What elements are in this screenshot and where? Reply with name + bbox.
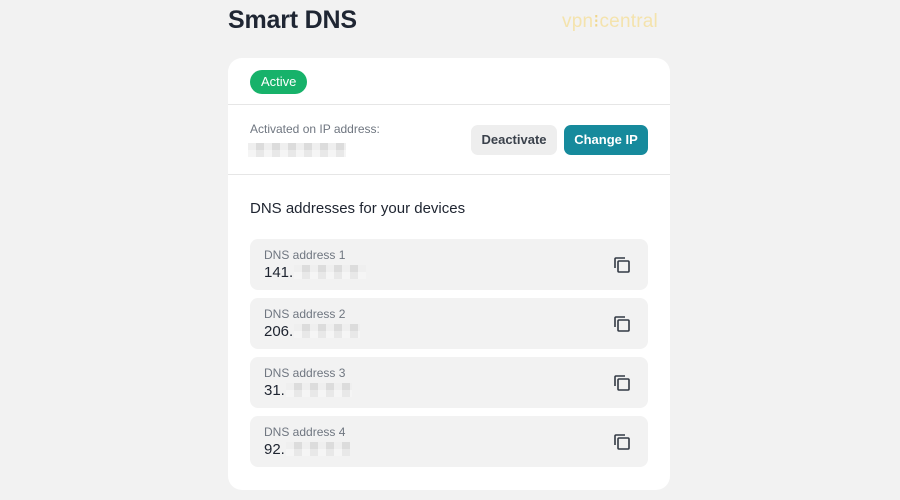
dns-address-value[interactable]: 92. <box>264 441 350 458</box>
watermark-left: vpn <box>562 11 594 32</box>
dns-address-row-3: DNS address 3 31. <box>250 357 648 408</box>
watermark-logo: vpn⁝central <box>562 10 658 33</box>
divider-top <box>228 104 670 105</box>
dns-address-prefix: 92. <box>264 441 285 458</box>
divider-middle <box>228 174 670 175</box>
watermark-right: central <box>599 11 658 32</box>
dns-address-prefix: 141. <box>264 264 294 281</box>
dns-address-row-4: DNS address 4 92. <box>250 416 648 467</box>
dns-address-redacted <box>285 441 350 456</box>
dns-address-label: DNS address 4 <box>264 425 346 439</box>
dns-address-prefix: 31. <box>264 382 285 399</box>
copy-icon[interactable] <box>612 432 632 452</box>
dns-address-row-2: DNS address 2 206. <box>250 298 648 349</box>
dns-address-redacted <box>285 382 352 397</box>
smart-dns-card: Active Activated on IP address: Deactiva… <box>228 58 670 490</box>
deactivate-button[interactable]: Deactivate <box>471 125 557 155</box>
ip-address-redacted <box>248 143 346 157</box>
dns-address-redacted <box>294 323 361 338</box>
dns-address-prefix: 206. <box>264 323 294 340</box>
dns-address-redacted <box>294 264 367 279</box>
copy-icon[interactable] <box>612 314 632 334</box>
dns-address-value[interactable]: 206. <box>264 323 361 340</box>
dns-address-label: DNS address 2 <box>264 307 346 321</box>
activated-ip-label: Activated on IP address: <box>250 122 380 136</box>
dns-address-value[interactable]: 141. <box>264 264 367 281</box>
status-badge: Active <box>250 70 308 94</box>
dns-address-label: DNS address 3 <box>264 366 346 380</box>
dns-section-title: DNS addresses for your devices <box>250 200 466 217</box>
smart-dns-page: Smart DNS vpn⁝central Active Activated o… <box>0 0 900 500</box>
copy-icon[interactable] <box>612 255 632 275</box>
copy-icon[interactable] <box>612 373 632 393</box>
page-title: Smart DNS <box>228 6 357 34</box>
dns-address-label: DNS address 1 <box>264 248 346 262</box>
dns-address-value[interactable]: 31. <box>264 382 352 399</box>
dns-address-row-1: DNS address 1 141. <box>250 239 648 290</box>
change-ip-button[interactable]: Change IP <box>564 125 648 155</box>
